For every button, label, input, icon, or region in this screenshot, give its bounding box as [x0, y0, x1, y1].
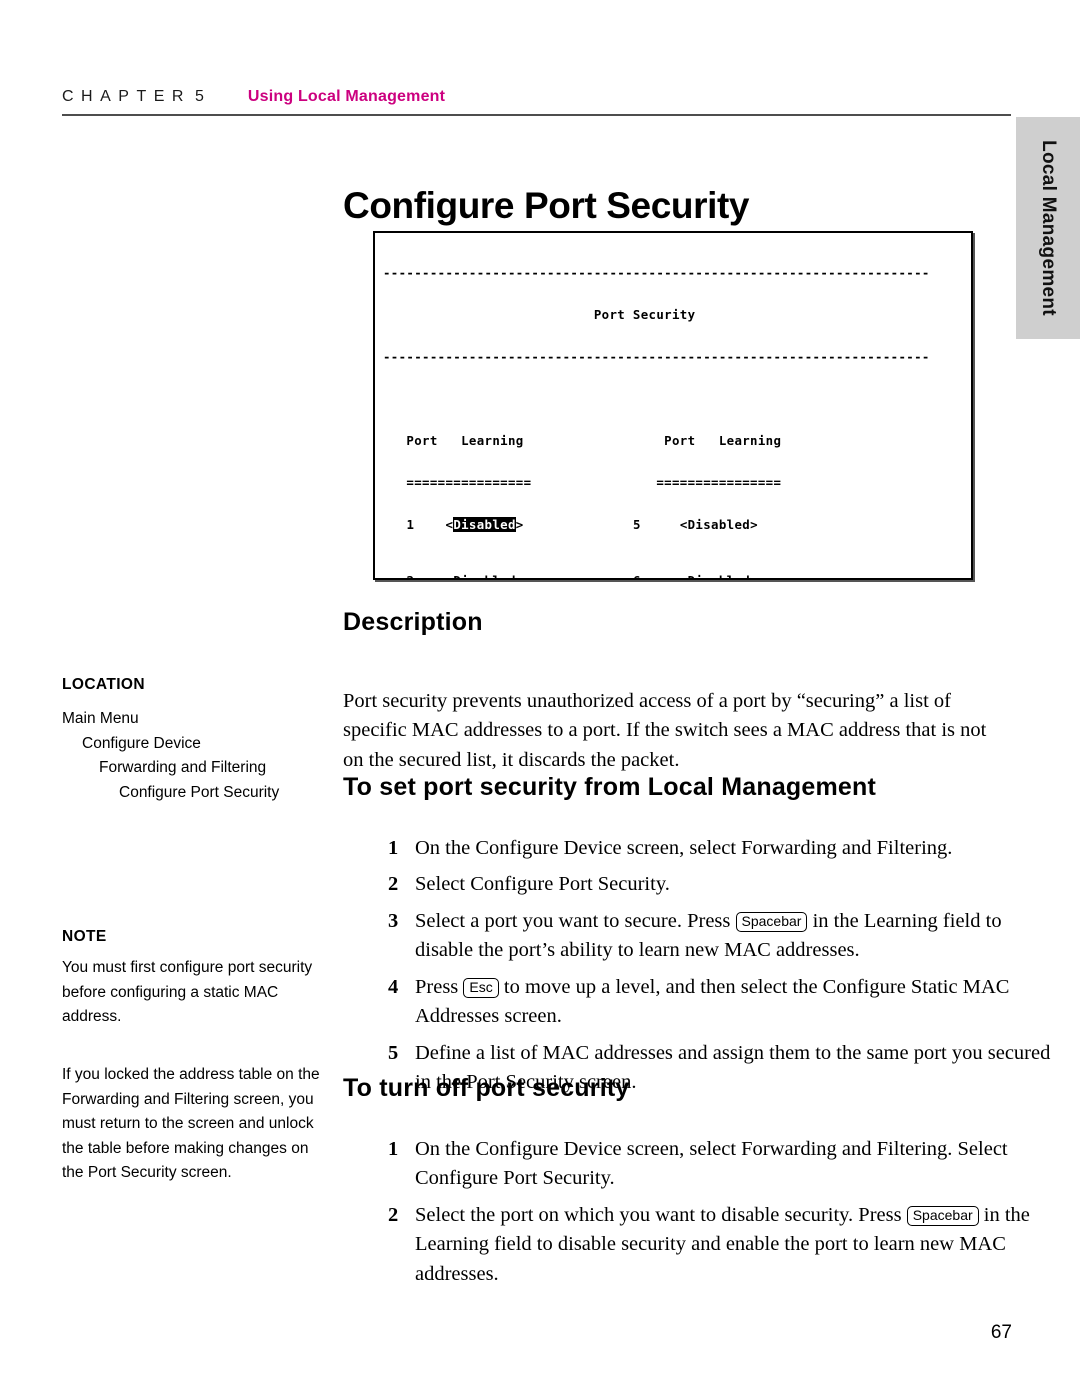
note-paragraph-1: You must first configure port security b…: [62, 959, 313, 1025]
description-paragraph: Port security prevents unauthorized acce…: [343, 689, 987, 771]
location-item-configure-port-security: Configure Port Security: [119, 783, 280, 801]
list-item: 2 Select Configure Port Security.: [383, 870, 1051, 900]
step-text-before: Select a port you want to secure. Press: [415, 909, 736, 932]
step-text-before: On the Configure Device screen, select F…: [415, 1137, 1008, 1190]
terminal-spacer: [383, 392, 963, 406]
turn-off-port-security-steps: 1 On the Configure Device screen, select…: [343, 1135, 1051, 1297]
location-item-configure-device: Configure Device: [82, 734, 201, 752]
list-item: 3 Select a port you want to secure. Pres…: [383, 907, 1051, 966]
location-item-forwarding-and-filtering: Forwarding and Filtering: [99, 759, 267, 776]
set-port-security-heading: To set port security from Local Manageme…: [343, 773, 877, 801]
chapter-number-label: 5: [194, 88, 204, 105]
port-learning-value-right[interactable]: Disabled: [688, 517, 750, 532]
page-title: Configure Port Security: [343, 184, 750, 226]
step-text-before: On the Configure Device screen, select F…: [415, 836, 953, 859]
note-heading: NOTE: [62, 928, 107, 945]
step-number: 2: [388, 1203, 399, 1226]
step-number: 4: [388, 975, 399, 998]
step-number: 1: [388, 1137, 399, 1160]
terminal-title-dashed-rule: ----------------------------------------…: [383, 350, 930, 364]
description-heading: Description: [343, 608, 483, 636]
note-paragraph-2: If you locked the address table on the F…: [62, 1066, 320, 1181]
port-learning-value-right[interactable]: Disabled: [688, 573, 750, 579]
step-text: Select Configure Port Security.: [415, 870, 1051, 900]
step-text-before: Press: [415, 975, 464, 998]
spacebar-keycap: Spacebar: [735, 911, 808, 932]
step-text: On the Configure Device screen, select F…: [415, 834, 1051, 864]
step-text: Select a port you want to secure. Press …: [415, 907, 1051, 966]
list-item: 1 On the Configure Device screen, select…: [383, 834, 1051, 864]
terminal-port-row[interactable]: 1 <Disabled> 5 <Disabled>: [383, 517, 963, 546]
location-item-main-menu: Main Menu: [62, 710, 139, 727]
list-item: 2 Select the port on which you want to d…: [383, 1201, 1051, 1290]
step-number: 5: [388, 1041, 399, 1064]
chapter-header: CHAPTER 5 Using Local Management: [62, 88, 1012, 110]
port-number-right: 5: [632, 517, 641, 532]
esc-keycap: Esc: [463, 977, 499, 998]
list-item: 1 On the Configure Device screen, select…: [383, 1135, 1051, 1194]
step-text-before: Select Configure Port Security.: [415, 873, 670, 895]
side-tab-local-management: Local Management: [1016, 117, 1080, 339]
terminal-port-row[interactable]: 2 <Disabled> 6 <Disabled>: [383, 573, 963, 579]
step-text-after: to move up a level, and then select the …: [415, 975, 1010, 1028]
port-learning-value-left[interactable]: Disabled: [453, 573, 515, 579]
side-tab-label: Local Management: [1038, 140, 1059, 316]
step-text: Select the port on which you want to dis…: [415, 1201, 1051, 1290]
spacebar-keycap: Spacebar: [906, 1205, 979, 1226]
port-number-left: 1: [406, 517, 415, 532]
set-port-security-steps: 1 On the Configure Device screen, select…: [343, 834, 1051, 1105]
location-breadcrumb-list: Main Menu Configure Device Forwarding an…: [62, 707, 332, 805]
header-divider: [62, 114, 1011, 116]
step-text: On the Configure Device screen, select F…: [415, 1135, 1051, 1194]
port-number-right: 6: [633, 573, 641, 579]
location-heading: LOCATION: [62, 676, 145, 693]
terminal-top-dashed-rule: ----------------------------------------…: [383, 266, 930, 280]
terminal-screen-content: ----------------------------------------…: [375, 233, 971, 579]
chapter-word-label: CHAPTER: [62, 88, 191, 105]
page-number: 67: [990, 1322, 1012, 1343]
step-number: 1: [388, 836, 399, 859]
step-text: Press Esc to move up a level, and then s…: [415, 973, 1051, 1032]
terminal-screenshot-figure: ----------------------------------------…: [373, 231, 973, 580]
list-item: 4 Press Esc to move up a level, and then…: [383, 973, 1051, 1032]
port-learning-value-left[interactable]: Disabled: [453, 517, 516, 532]
turn-off-port-security-heading: To turn off port security: [343, 1074, 630, 1102]
terminal-column-header: Port Learning Port Learning: [383, 433, 782, 448]
terminal-column-underline: ================ ================: [383, 475, 782, 490]
port-number-left: 2: [406, 573, 414, 579]
chapter-title-label: Using Local Management: [247, 88, 446, 105]
terminal-screen-title: Port Security: [383, 307, 696, 322]
step-number: 2: [388, 873, 399, 895]
step-text-before: Select the port on which you want to dis…: [415, 1203, 907, 1226]
step-number: 3: [388, 909, 399, 932]
